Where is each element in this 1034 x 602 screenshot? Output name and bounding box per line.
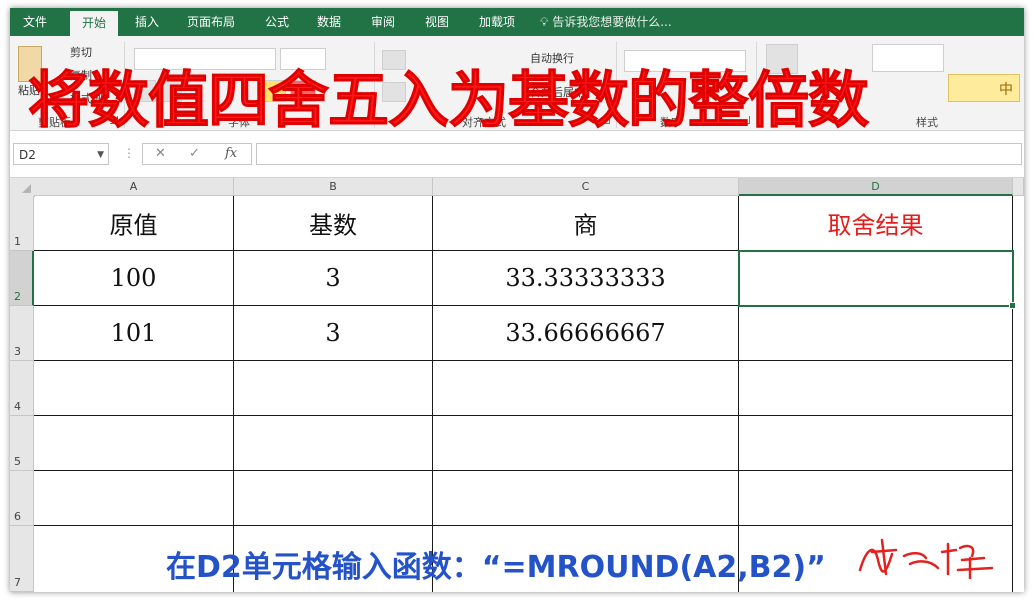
cell-b2[interactable]: 3 xyxy=(234,251,433,306)
tab-home[interactable]: 开始 xyxy=(70,11,118,36)
row-header-2[interactable]: 2 xyxy=(10,251,34,306)
tab-data[interactable]: 数据 xyxy=(306,8,352,36)
insert-function-icon[interactable]: fx xyxy=(225,144,237,164)
tab-review[interactable]: 审阅 xyxy=(360,8,406,36)
instruction-caption: 在D2单元格输入函数：“=MROUND(A2,B2)” xyxy=(166,550,826,585)
tab-page-layout[interactable]: 页面布局 xyxy=(176,8,246,36)
cell-style-neutral-label: 中 xyxy=(999,82,1013,98)
row-header-7[interactable]: 7 xyxy=(10,526,34,592)
wrap-text-button[interactable]: 自动换行 xyxy=(530,50,574,66)
formula-bar: D2 ▼ ⋮ ✕ ✓ fx xyxy=(10,131,1024,178)
lightbulb-icon: 💡︎ xyxy=(540,15,549,29)
select-all-button[interactable] xyxy=(10,178,35,197)
formula-buttons: ✕ ✓ fx xyxy=(142,143,252,165)
cell-c6[interactable] xyxy=(433,471,739,526)
cell-a3[interactable]: 101 xyxy=(34,306,234,361)
cancel-icon[interactable]: ✕ xyxy=(155,144,166,164)
chevron-down-icon[interactable]: ▼ xyxy=(97,144,104,166)
column-header-e[interactable] xyxy=(1013,178,1024,196)
signature-watermark xyxy=(858,538,994,580)
cell-d4[interactable] xyxy=(739,361,1013,416)
cell-b1[interactable]: 基数 xyxy=(234,196,433,251)
cell-b5[interactable] xyxy=(234,416,433,471)
cell-c1[interactable]: 商 xyxy=(433,196,739,251)
excel-window: 文件 开始 插入 页面布局 公式 数据 审阅 视图 加载项 💡︎ 告诉我您想要做… xyxy=(10,8,1024,592)
ribbon-home: 粘贴 剪切 复制 格式刷 剪贴板 字体 自动换行 合并后居中 对齐方式 数字 中… xyxy=(10,36,1024,137)
cell-b6[interactable] xyxy=(234,471,433,526)
cell-a2[interactable]: 100 xyxy=(34,251,234,306)
name-box[interactable]: D2 ▼ xyxy=(13,143,109,165)
enter-icon[interactable]: ✓ xyxy=(189,144,200,164)
cell-c3[interactable]: 33.66666667 xyxy=(433,306,739,361)
name-box-value: D2 xyxy=(19,148,36,162)
overlay-title: 将数值四舍五入为基数的整倍数 xyxy=(27,65,869,137)
formula-input[interactable] xyxy=(256,143,1022,165)
cell-a4[interactable] xyxy=(34,361,234,416)
cell-a1[interactable]: 原值 xyxy=(34,196,234,251)
cell-b4[interactable] xyxy=(234,361,433,416)
cell-c5[interactable] xyxy=(433,416,739,471)
column-header-a[interactable]: A xyxy=(34,178,234,196)
tab-insert[interactable]: 插入 xyxy=(124,8,170,36)
cell-c2[interactable]: 33.33333333 xyxy=(433,251,739,306)
column-header-c[interactable]: C xyxy=(433,178,739,196)
row-header-1[interactable]: 1 xyxy=(10,196,34,251)
cell-d1[interactable]: 取舍结果 xyxy=(739,196,1013,251)
group-label-styles: 样式 xyxy=(916,116,938,129)
row-header-3[interactable]: 3 xyxy=(10,306,34,361)
tell-me-box[interactable]: 💡︎ 告诉我您想要做什么... xyxy=(540,8,672,36)
column-header-d[interactable]: D xyxy=(739,178,1013,196)
row-header-4[interactable]: 4 xyxy=(10,361,34,416)
ribbon-tab-bar: 文件 开始 插入 页面布局 公式 数据 审阅 视图 加载项 💡︎ 告诉我您想要做… xyxy=(10,8,1024,36)
row-header-5[interactable]: 5 xyxy=(10,416,34,471)
column-header-b[interactable]: B xyxy=(234,178,433,196)
cut-button[interactable]: 剪切 xyxy=(70,44,92,60)
cell-d3[interactable] xyxy=(739,306,1013,361)
more-options-icon: ⋮ xyxy=(123,146,135,160)
cell-style-neutral[interactable]: 中 xyxy=(948,74,1020,102)
tell-me-text: 告诉我您想要做什么... xyxy=(552,15,672,29)
cell-b3[interactable]: 3 xyxy=(234,306,433,361)
cell-d6[interactable] xyxy=(739,471,1013,526)
tab-view[interactable]: 视图 xyxy=(414,8,460,36)
cell-a6[interactable] xyxy=(34,471,234,526)
tab-addins[interactable]: 加载项 xyxy=(468,8,526,36)
active-cell-selection[interactable] xyxy=(738,250,1016,309)
cell-d5[interactable] xyxy=(739,416,1013,471)
cell-a5[interactable] xyxy=(34,416,234,471)
cell-c4[interactable] xyxy=(433,361,739,416)
tab-file[interactable]: 文件 xyxy=(10,8,60,36)
cell-style-normal[interactable] xyxy=(872,44,944,72)
tab-formulas[interactable]: 公式 xyxy=(254,8,300,36)
row-header-6[interactable]: 6 xyxy=(10,471,34,526)
